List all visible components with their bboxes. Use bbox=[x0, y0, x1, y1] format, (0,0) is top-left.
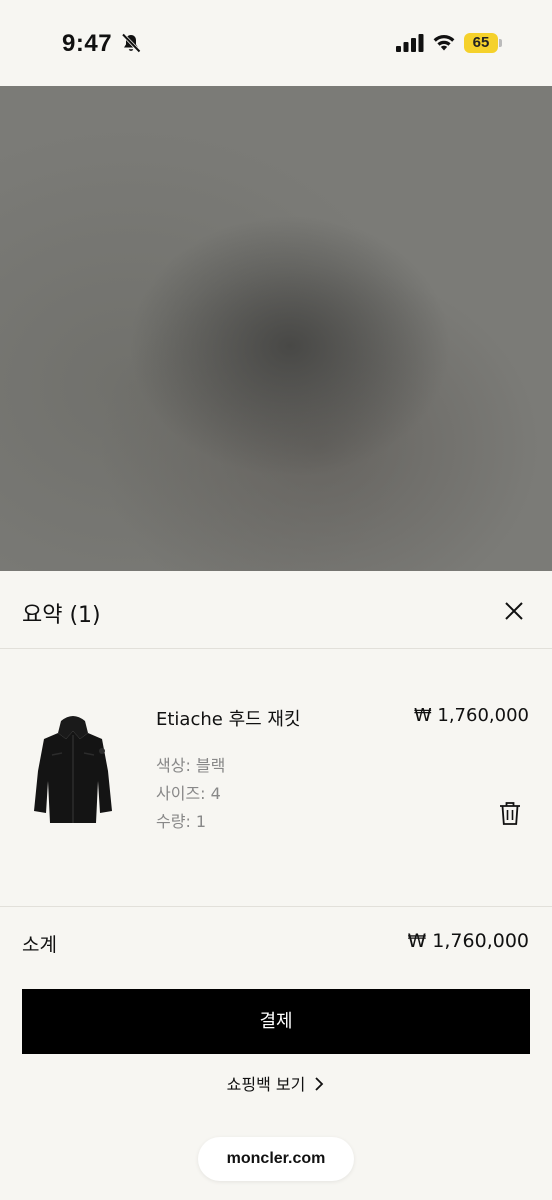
subtotal-value: ₩ 1,760,000 bbox=[407, 930, 529, 952]
product-price: ₩ 1,760,000 bbox=[413, 705, 529, 726]
status-bar: 9:47 65 bbox=[0, 0, 552, 86]
product-name[interactable]: Etiache 후드 재킷 bbox=[156, 705, 301, 731]
cart-summary-sheet: 요약 (1) Etiache 후드 재킷 ₩ 1,760,000 색상: 블랙 … bbox=[0, 571, 552, 1200]
trash-icon[interactable] bbox=[498, 800, 522, 826]
summary-title: 요약 (1) bbox=[22, 603, 101, 628]
chevron-right-icon bbox=[315, 1077, 324, 1091]
wifi-icon bbox=[433, 34, 455, 51]
product-quantity: 수량: 1 bbox=[156, 812, 207, 831]
header-divider bbox=[0, 648, 552, 649]
battery-level: 65 bbox=[464, 33, 498, 53]
cellular-signal-icon bbox=[396, 34, 424, 52]
checkout-button[interactable]: 결제 bbox=[22, 989, 530, 1054]
bell-slash-icon bbox=[121, 33, 141, 53]
close-icon[interactable] bbox=[500, 597, 528, 625]
view-shopping-bag-label: 쇼핑백 보기 bbox=[226, 1075, 306, 1094]
status-time: 9:47 bbox=[62, 30, 113, 57]
dimmed-background-overlay[interactable] bbox=[0, 86, 552, 571]
battery-tip bbox=[499, 39, 502, 47]
browser-url-pill[interactable]: moncler.com bbox=[198, 1137, 354, 1181]
view-shopping-bag-link[interactable]: 쇼핑백 보기 bbox=[0, 1071, 552, 1095]
subtotal-label: 소계 bbox=[22, 934, 57, 956]
product-color: 색상: 블랙 bbox=[156, 756, 226, 775]
product-size: 사이즈: 4 bbox=[156, 784, 221, 803]
product-thumbnail[interactable] bbox=[28, 711, 118, 827]
battery-indicator: 65 bbox=[464, 33, 502, 53]
subtotal-divider bbox=[0, 906, 552, 907]
